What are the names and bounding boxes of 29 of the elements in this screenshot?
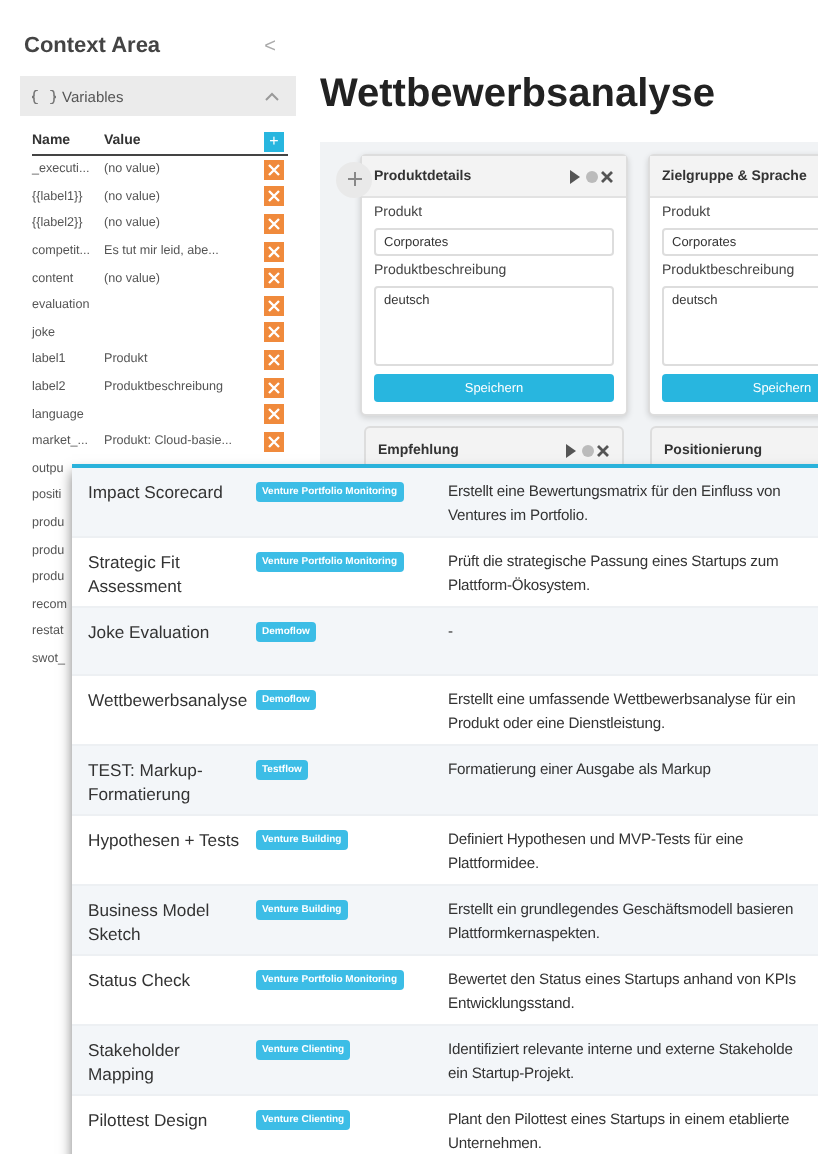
braces-icon <box>32 89 56 103</box>
flow-name: Wettbewerbsanalyse <box>88 688 250 714</box>
sidebar-title: Context Area <box>24 34 161 58</box>
node-actions-icon[interactable] <box>566 443 610 457</box>
delete-button[interactable] <box>264 186 284 207</box>
flow-name: Strategic Fit Assessment <box>88 550 184 598</box>
flow-name: Pilottest Design <box>88 1108 210 1134</box>
delete-button[interactable] <box>264 159 284 180</box>
plus-icon <box>347 172 361 186</box>
delete-button[interactable] <box>264 322 284 343</box>
flow-name: Impact Scorecard <box>88 480 225 506</box>
node-actions-icon[interactable] <box>570 169 614 183</box>
chevron-up-icon[interactable] <box>264 91 280 101</box>
delete-button[interactable] <box>264 377 284 398</box>
add-node-button[interactable] <box>336 162 372 198</box>
flow-name: Business Model Sketch <box>88 898 212 946</box>
delete-button[interactable] <box>264 268 284 289</box>
flow-name: TEST: Markup-Formatierung <box>88 758 205 806</box>
flow-name: Joke Evaluation <box>88 620 212 646</box>
delete-button[interactable] <box>264 241 284 262</box>
page-title: Wettbewerbsanalyse <box>320 72 717 118</box>
flow-name: Status Check <box>88 968 193 994</box>
delete-button[interactable] <box>264 404 284 425</box>
delete-button[interactable] <box>264 213 284 234</box>
delete-button[interactable] <box>264 349 284 370</box>
delete-button[interactable] <box>264 295 284 316</box>
flow-name: Hypothesen + Tests <box>88 828 242 854</box>
flow-name: Stakeholder Mapping <box>88 1038 182 1086</box>
delete-button[interactable] <box>264 431 284 452</box>
